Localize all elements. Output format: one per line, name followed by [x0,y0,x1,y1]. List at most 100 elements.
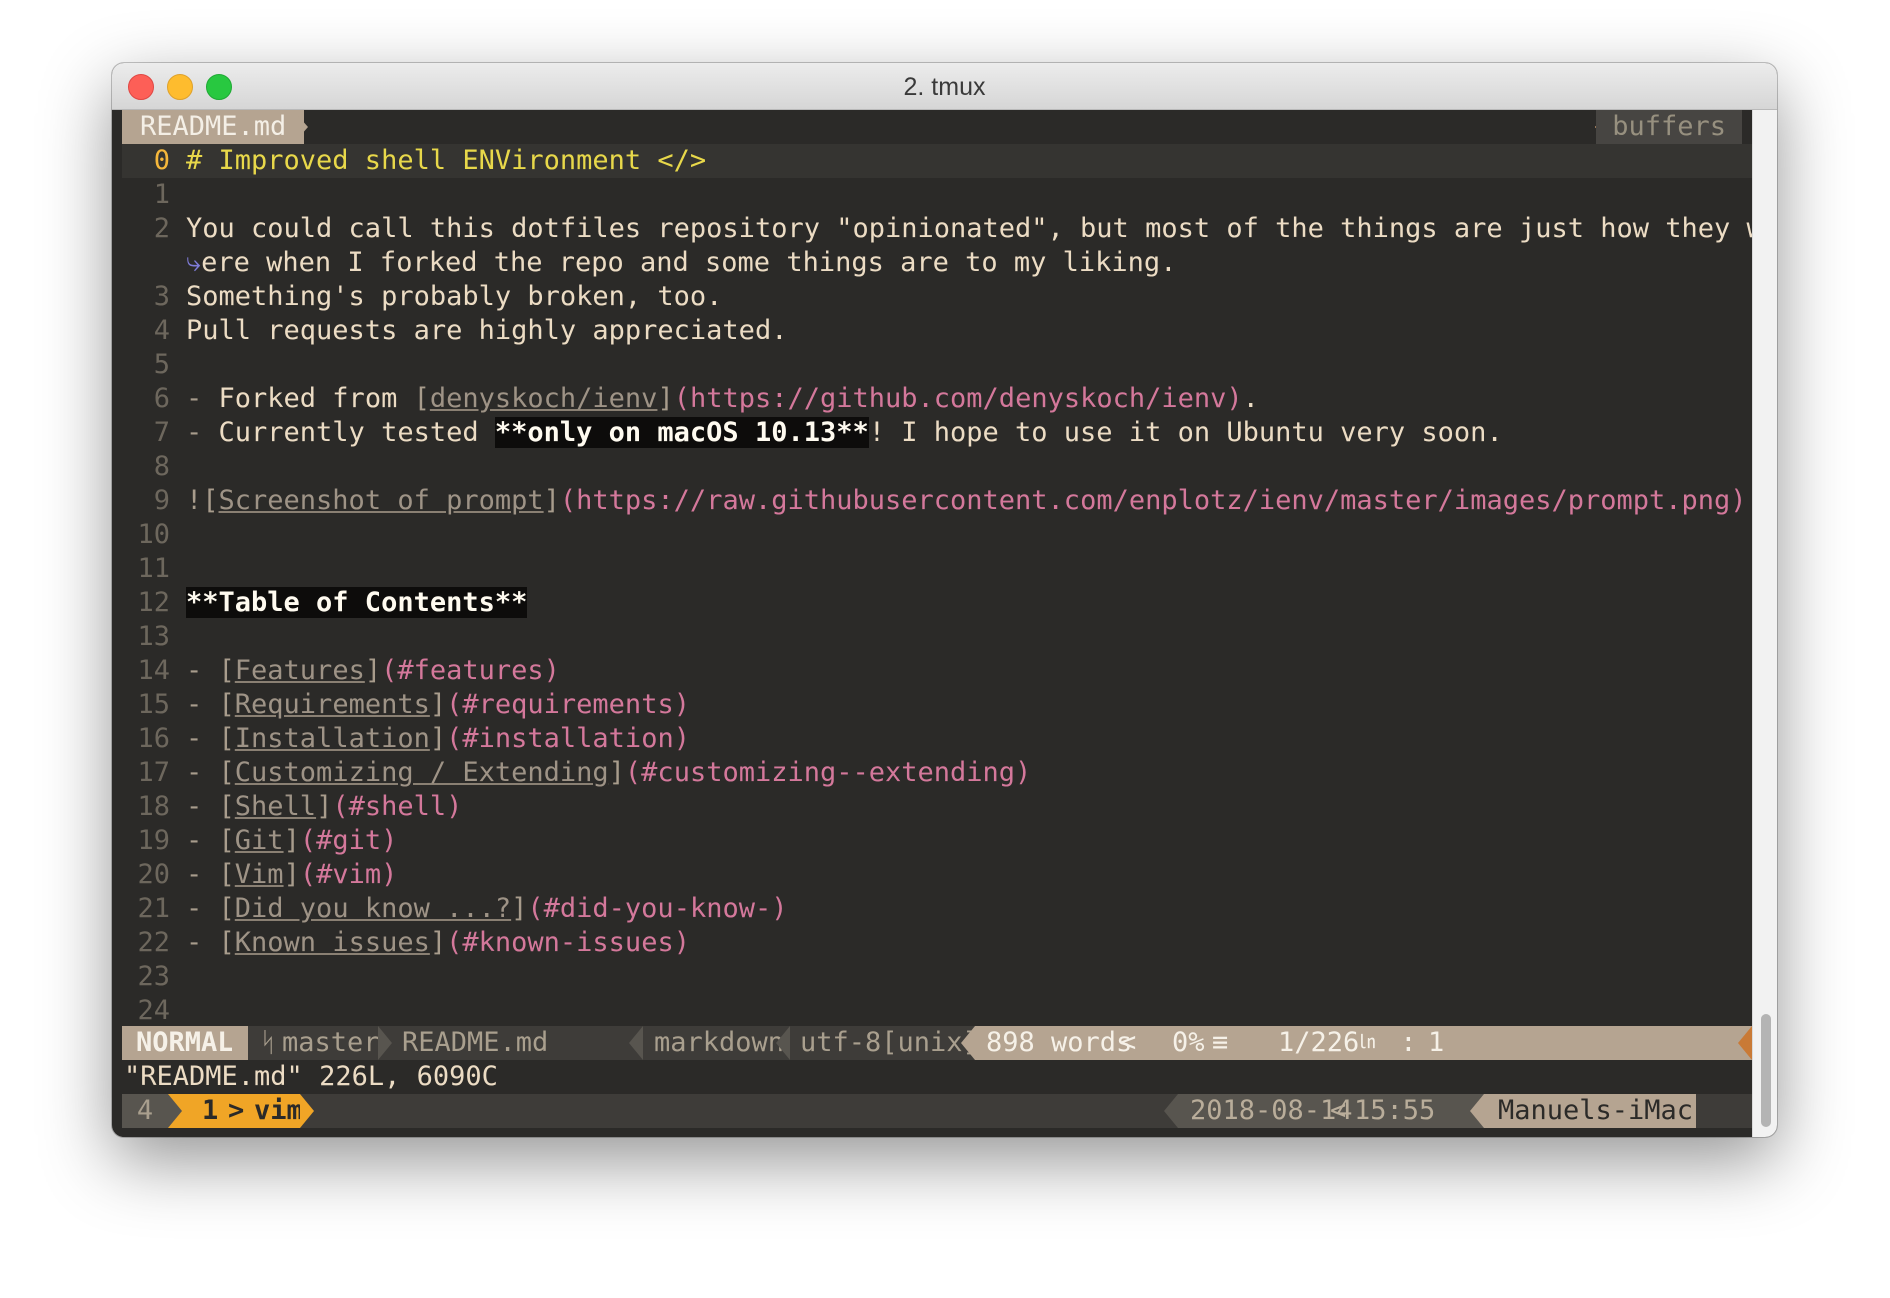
editor-line[interactable]: 1 [122,178,1752,212]
editor-line[interactable]: 10 [122,518,1752,552]
editor-line[interactable]: 15 - [Requirements](#requirements) [122,688,1752,722]
text-segment: - [ [186,927,235,958]
line-text: - [Requirements](#requirements) [186,688,690,722]
editor-line[interactable]: 14 - [Features](#features) [122,654,1752,688]
text-segment: ] [429,927,447,958]
line-number: 5 [153,349,170,380]
editor-line[interactable]: 24 [122,994,1752,1028]
editor-line[interactable]: 9 ![Screenshot of prompt](https://raw.git… [122,484,1752,518]
text-segment: ] [608,757,625,788]
title-bar[interactable]: 2. tmux [112,63,1777,110]
mode-arrow-icon [232,1026,246,1060]
text-segment: ![ [186,485,219,516]
line-number: 2 [153,213,170,244]
tmux-session[interactable]: 4 [122,1094,168,1128]
markdown-url[interactable]: (#features) [381,655,560,686]
line-number: 11 [137,553,170,584]
editor-line[interactable]: 19 - [Git](#git) [122,824,1752,858]
editor-line[interactable]: 23 [122,960,1752,994]
line-number: 1 [153,179,170,210]
markdown-url[interactable]: (#vim) [300,859,398,890]
branch-icon: ᛋ [260,1027,277,1058]
editor-line[interactable]: 0 # Improved shell ENVironment </> [122,144,1752,178]
editor-line[interactable]: 3 Something's probably broken, too. [122,280,1752,314]
line-text: - Forked from [denyskoch/ienv](https://g… [186,382,1259,416]
markdown-link-text[interactable]: Git [235,825,284,856]
text-segment: - [186,383,219,414]
cursor-column: 1 [1428,1027,1445,1058]
text-segment: ! I hope to use it on Ubuntu very soon. [868,417,1503,448]
lines-icon: ≡ [1212,1027,1229,1058]
editor-line[interactable]: 12 **Table of Contents** [122,586,1752,620]
editor-line[interactable]: 16 - [Installation](#installation) [122,722,1752,756]
scroll-percent: 0% [1172,1027,1205,1058]
tmux-hostname: Manuels-iMac [1484,1094,1696,1128]
markdown-url[interactable]: (#git) [300,825,398,856]
session-arrow-icon [168,1094,182,1128]
editor-line[interactable]: 6- Forked from [denyskoch/ienv](https://… [122,382,1752,416]
markdown-link-text[interactable]: Shell [235,791,316,822]
editor-line[interactable]: 11 [122,552,1752,586]
text-segment: ] [364,655,382,686]
text-segment: [ [413,383,430,414]
editor-line[interactable]: 4 Pull requests are highly appreciated. [122,314,1752,348]
filetype-arrow-icon [629,1026,643,1060]
text-segment: Something's probably broken, too. [186,281,723,312]
markdown-link-text[interactable]: Customizing / Extending [235,757,609,788]
editor-line[interactable]: 22 - [Known issues](#known-issues) [122,926,1752,960]
markdown-link-text[interactable]: Screenshot of prompt [219,485,544,516]
markdown-link-text[interactable]: Did you know ...? [235,893,511,924]
markdown-url[interactable]: (https://github.com/denyskoch/ienv) [674,383,1243,414]
editor-line[interactable]: 8 [122,450,1752,484]
markdown-url[interactable]: (#did-you-know-) [527,893,787,924]
scrollbar-thumb[interactable] [1761,1014,1771,1127]
markdown-url[interactable]: (#shell) [332,791,462,822]
text-segment: Pull requests are highly appreciated. [186,315,788,346]
scrollbar[interactable] [1752,110,1777,1137]
markdown-url[interactable]: (#customizing--extending) [625,757,1031,788]
command-line[interactable]: "README.md" 226L, 6090C [124,1060,1754,1094]
markdown-url[interactable]: (#requirements) [446,689,690,720]
buffers-indicator[interactable]: buffers [1596,110,1742,144]
line-number: 3 [153,281,170,312]
text-segment: - [ [186,791,235,822]
text-segment: - [ [186,757,235,788]
markdown-link-text[interactable]: Features [235,655,365,686]
markdown-link-text[interactable]: Known issues [235,927,430,958]
terminal-area[interactable]: README.md buffers 0 # Improved shell ENVi… [122,110,1763,1137]
editor-line[interactable]: 20 - [Vim](#vim) [122,858,1752,892]
cursor-position: 1/226 [1278,1027,1360,1058]
tab-readme[interactable]: README.md [122,110,305,144]
editor-line[interactable]: 18 - [Shell](#shell) [122,790,1752,824]
editor-line[interactable]: ⤷ere when I forked the repo and some thi… [122,246,1752,280]
markdown-url[interactable]: (#installation) [446,723,690,754]
markdown-link-text[interactable]: Installation [235,723,430,754]
line-text: You could call this dotfiles repository … [186,212,1763,246]
line-text: **Table of Contents** [186,586,528,620]
editor-line[interactable]: 7- Currently tested **only on macOS 10.1… [122,416,1752,450]
markdown-url[interactable]: (https://raw.githubusercontent.com/enplo… [560,485,1747,516]
line-number: 23 [137,961,170,992]
line-number: 12 [137,587,170,618]
editor-line[interactable]: 5 [122,348,1752,382]
window-arrow-icon [300,1094,314,1128]
terminal-window: 2. tmux README.md buffers 0 # Improved sh… [112,63,1777,1137]
editor-line[interactable]: 2 You could call this dotfiles repository… [122,212,1763,246]
vim-statusline: NORMAL ᛋ master README.md markdown utf-8… [122,1026,1752,1060]
editor-line[interactable]: 21 - [Did you know ...?](#did-you-know-) [122,892,1752,926]
line-text: Pull requests are highly appreciated. [186,314,787,348]
text-segment: - [ [186,825,235,856]
editor-line[interactable]: 13 [122,620,1752,654]
text-segment: ere when I forked the repo and some thin… [201,247,1177,278]
text-segment: - [ [186,859,235,890]
line-text: # Improved shell ENVironment </> [186,144,706,178]
mode-indicator: NORMAL [122,1026,248,1060]
markdown-url[interactable]: (#known-issues) [446,927,690,958]
line-text: - [Installation](#installation) [186,722,690,756]
git-branch: master [282,1027,380,1058]
markdown-link-text[interactable]: denyskoch/ienv [430,383,658,414]
editor-line[interactable]: 17 - [Customizing / Extending](#customizi… [122,756,1752,790]
markdown-link-text[interactable]: Vim [235,859,284,890]
text-segment: - [ [186,893,235,924]
markdown-link-text[interactable]: Requirements [235,689,430,720]
